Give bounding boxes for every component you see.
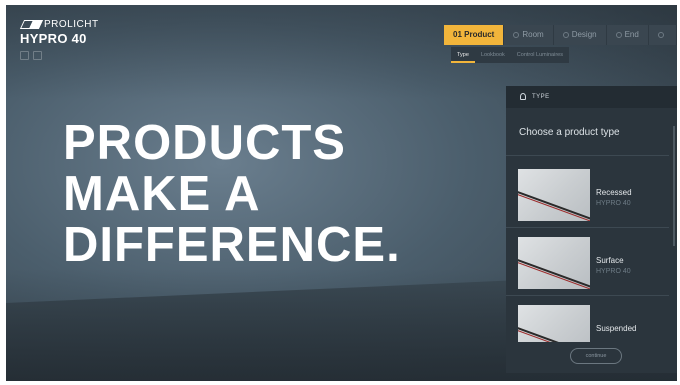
company-name: PROLICHT [44, 19, 99, 30]
subtab-control-luminaires[interactable]: Control Luminaires [511, 47, 569, 63]
product-type-list: Recessed HYPRO 40 Surface HYPRO 40 Suspe… [506, 160, 677, 342]
surface-thumbnail [518, 237, 590, 289]
hero-line-2: MAKE A [63, 167, 261, 221]
step-end-label: End [624, 30, 639, 39]
sub-tab-bar: Type Lookbook Control Luminaires [451, 47, 569, 63]
step-navigation: 01 Product Room Design End [444, 25, 677, 45]
app-window: PROLICHT HYPRO 40 PRODUCTS MAKE A DIFFER… [6, 5, 677, 381]
panel-header: TYPE [506, 86, 677, 108]
settings-icon [657, 31, 664, 38]
panel-prompt: Choose a product type [506, 108, 669, 156]
bulb-icon [520, 92, 526, 100]
social-icons [20, 51, 99, 60]
product-type-recessed[interactable]: Recessed HYPRO 40 [506, 160, 669, 228]
product-name: HYPRO 40 [20, 31, 87, 46]
step-dot-icon [615, 31, 622, 38]
product-type-suspended[interactable]: Suspended [506, 296, 669, 342]
item-name: Suspended [596, 324, 637, 333]
step-product[interactable]: 01 Product [444, 25, 505, 45]
step-design-label: Design [571, 30, 597, 39]
step-dot-icon [513, 31, 520, 38]
subtab-lookbook[interactable]: Lookbook [475, 47, 511, 63]
step-product-label: 01 Product [453, 30, 495, 39]
panel-header-label: TYPE [532, 94, 550, 100]
link-icon[interactable] [33, 51, 42, 60]
suspended-thumbnail [518, 305, 590, 342]
hero-line-1: PRODUCTS [63, 116, 346, 170]
panel-scrollbar[interactable] [673, 126, 675, 246]
settings-button[interactable] [649, 25, 677, 45]
step-design[interactable]: Design [554, 25, 607, 45]
item-name: Recessed [596, 188, 632, 197]
item-subtitle: HYPRO 40 [596, 268, 631, 275]
continue-button[interactable]: continue [570, 348, 622, 364]
subtab-type[interactable]: Type [451, 47, 475, 63]
brand-block: PROLICHT HYPRO 40 [19, 19, 99, 60]
step-room[interactable]: Room [504, 25, 554, 45]
step-dot-icon [562, 31, 569, 38]
prolicht-logo-icon [19, 20, 44, 29]
share-icon[interactable] [20, 51, 29, 60]
brand-logo-row[interactable]: PROLICHT [19, 19, 99, 30]
product-type-surface[interactable]: Surface HYPRO 40 [506, 228, 669, 296]
hero-headline: PRODUCTS MAKE A DIFFERENCE. [63, 118, 401, 271]
step-room-label: Room [522, 30, 544, 39]
item-subtitle: HYPRO 40 [596, 200, 631, 207]
step-end[interactable]: End [607, 25, 649, 45]
product-type-panel: TYPE Choose a product type Recessed HYPR… [506, 86, 677, 373]
item-name: Surface [596, 256, 624, 265]
recessed-thumbnail [518, 169, 590, 221]
hero-line-3: DIFFERENCE. [63, 218, 401, 272]
